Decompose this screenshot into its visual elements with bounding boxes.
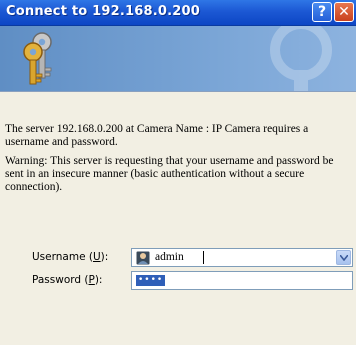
- keys-icon: [23, 32, 52, 85]
- banner-watermark-icon: [270, 26, 332, 91]
- text-caret: [203, 251, 204, 264]
- warning-message: Warning: This server is requesting that …: [5, 155, 334, 193]
- username-dropdown-button[interactable]: [336, 250, 351, 265]
- dialog-banner: [0, 26, 356, 91]
- username-value: admin: [155, 251, 184, 263]
- user-icon: [136, 251, 150, 265]
- username-field[interactable]: admin: [131, 248, 353, 267]
- close-button[interactable]: ✕: [334, 2, 354, 22]
- password-mask: ••••: [136, 275, 166, 286]
- window-title: Connect to 192.168.0.200: [6, 4, 200, 19]
- server-message: The server 192.168.0.200 at Camera Name …: [5, 123, 309, 148]
- help-button[interactable]: ?: [312, 2, 332, 22]
- password-label: Password (P):: [32, 274, 103, 286]
- password-field[interactable]: ••••: [131, 271, 353, 290]
- username-label: Username (U):: [32, 251, 109, 263]
- title-bar[interactable]: Connect to 192.168.0.200 ? ✕: [0, 0, 356, 26]
- divider: [0, 91, 356, 92]
- chevron-down-icon: [340, 255, 348, 261]
